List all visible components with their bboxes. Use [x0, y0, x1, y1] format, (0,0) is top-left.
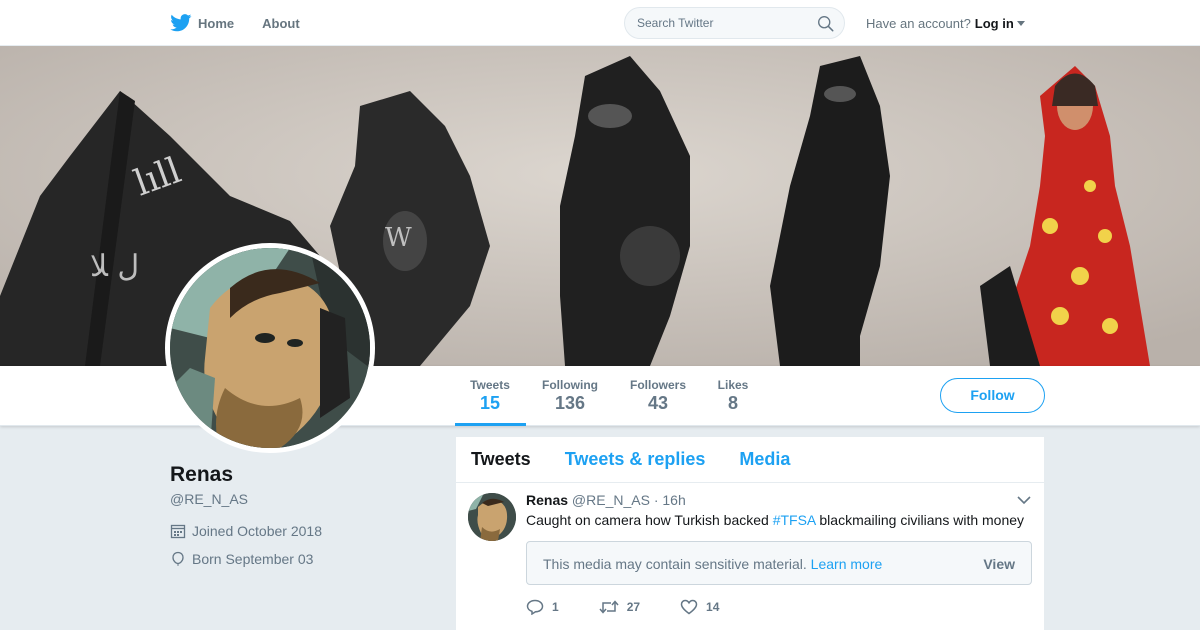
- tweet-timestamp[interactable]: · 16h: [654, 492, 686, 508]
- stat-following[interactable]: Following 136: [540, 378, 600, 414]
- search-input[interactable]: Search Twitter: [624, 7, 845, 39]
- caret-down-icon[interactable]: [1016, 21, 1025, 26]
- tweet-author-name[interactable]: Renas: [526, 492, 568, 508]
- account-prompt: Have an account?: [866, 16, 971, 31]
- stat-tweets-label: Tweets: [470, 378, 510, 392]
- retweet-action[interactable]: 27: [599, 599, 640, 615]
- reply-count: 1: [552, 600, 559, 614]
- retweet-count: 27: [626, 600, 641, 614]
- search-placeholder: Search Twitter: [637, 16, 714, 30]
- like-action[interactable]: 14: [680, 599, 719, 615]
- stat-followers[interactable]: Followers 43: [627, 378, 689, 414]
- nav-about-link[interactable]: About: [262, 16, 300, 31]
- profile-avatar[interactable]: [165, 243, 375, 453]
- heart-icon: [680, 599, 698, 615]
- search-icon[interactable]: [817, 15, 834, 32]
- sensitive-media-notice: This media may contain sensitive materia…: [526, 541, 1032, 585]
- top-navigation: Home About Search Twitter Have an accoun…: [0, 0, 1200, 46]
- avatar-portrait: [170, 248, 370, 448]
- svg-text:W: W: [385, 223, 412, 253]
- stat-followers-label: Followers: [629, 378, 686, 392]
- tab-tweets[interactable]: Tweets: [471, 449, 531, 470]
- tweet-text-after: blackmailing civilians with money: [819, 512, 1025, 528]
- follow-button[interactable]: Follow: [940, 378, 1045, 413]
- media-notice-text: This media may contain sensitive materia…: [543, 556, 882, 572]
- account-menu[interactable]: Have an account? Log in: [866, 16, 1025, 31]
- media-notice-label: This media may contain sensitive materia…: [543, 556, 807, 572]
- reply-action[interactable]: 1: [526, 599, 559, 615]
- svg-text:ﻝ ﻼ: ﻝ ﻼ: [90, 249, 139, 284]
- login-link[interactable]: Log in: [975, 16, 1014, 31]
- active-stat-underline: [455, 423, 526, 426]
- nav-links: Home About: [170, 0, 328, 46]
- profile-born: Born September 03: [170, 551, 313, 567]
- stat-tweets-value: 15: [479, 393, 501, 413]
- chevron-down-icon[interactable]: [1016, 495, 1032, 505]
- timeline-tabs: Tweets Tweets & replies Media: [456, 437, 1044, 483]
- joined-text: Joined October 2018: [192, 523, 322, 539]
- stat-likes-label: Likes: [717, 378, 749, 392]
- profile-name: Renas: [170, 463, 234, 486]
- tweet-avatar-image: [468, 493, 516, 541]
- nav-home-link[interactable]: Home: [170, 14, 234, 32]
- stat-following-value: 136: [554, 393, 586, 413]
- retweet-icon: [599, 600, 619, 614]
- calendar-icon: [170, 524, 186, 539]
- tweet-hashtag[interactable]: #TFSA: [773, 512, 816, 528]
- like-count: 14: [706, 600, 720, 614]
- stat-followers-value: 43: [647, 393, 669, 413]
- stat-following-label: Following: [542, 378, 598, 392]
- tweet-text-before: Caught on camera how Turkish backed: [526, 512, 769, 528]
- balloon-icon: [172, 551, 184, 566]
- tweet-avatar[interactable]: [468, 493, 516, 541]
- stat-likes-value: 8: [727, 393, 738, 413]
- home-label: Home: [198, 15, 235, 31]
- learn-more-link[interactable]: Learn more: [811, 556, 883, 572]
- tab-media[interactable]: Media: [739, 449, 790, 470]
- tweet-text: Caught on camera how Turkish backed #TFS…: [526, 512, 1024, 528]
- avatar-image: [170, 248, 370, 448]
- tweet-header: Renas @RE_N_AS · 16h: [526, 492, 686, 508]
- stat-likes[interactable]: Likes 8: [713, 378, 753, 414]
- reply-icon: [526, 599, 544, 615]
- profile-joined: Joined October 2018: [170, 523, 322, 539]
- born-text: Born September 03: [192, 551, 314, 567]
- timeline: Tweets Tweets & replies Media Renas @RE_…: [456, 437, 1044, 630]
- twitter-bird-icon: [170, 14, 192, 32]
- tweet-actions: 1 27 14: [526, 599, 759, 615]
- tab-tweets-replies[interactable]: Tweets & replies: [565, 449, 706, 470]
- tweet-author-handle[interactable]: @RE_N_AS: [572, 492, 650, 508]
- view-media-button[interactable]: View: [983, 556, 1015, 572]
- stat-tweets[interactable]: Tweets 15: [466, 378, 514, 414]
- profile-handle: @RE_N_AS: [170, 491, 249, 507]
